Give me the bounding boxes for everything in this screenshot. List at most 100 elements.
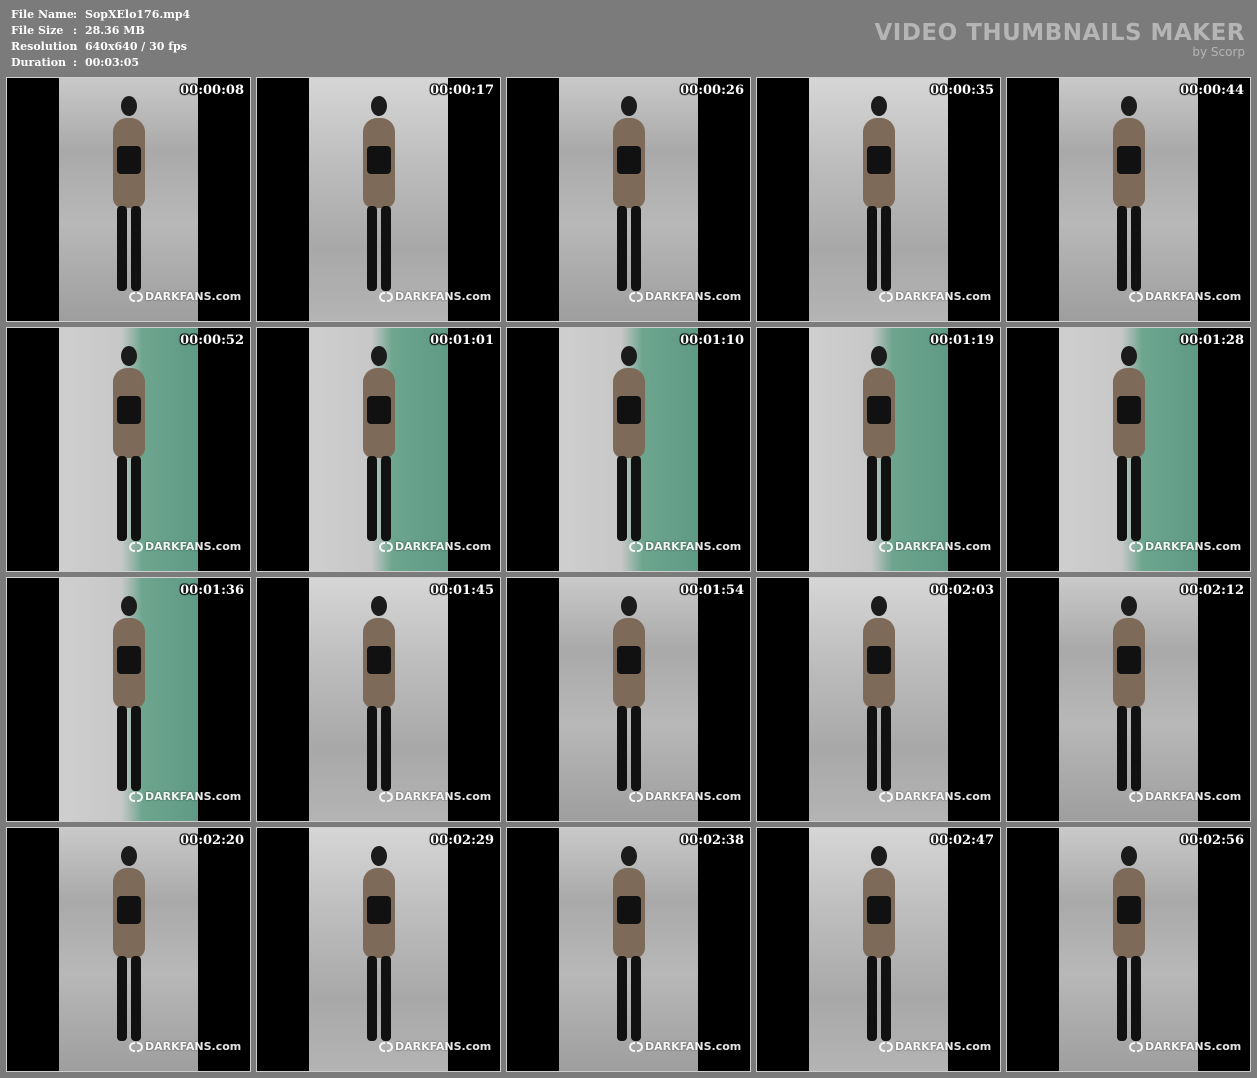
timestamp: 00:00:52 (180, 333, 244, 348)
timestamp: 00:01:01 (430, 333, 494, 348)
video-frame (559, 78, 698, 321)
figure-part (366, 896, 391, 924)
thumbnail[interactable]: 00:02:29 DARKFANS.com (256, 827, 501, 1072)
thumbnail[interactable]: 00:02:03 DARKFANS.com (756, 577, 1001, 822)
watermark: DARKFANS.com (629, 790, 741, 803)
figure-part (616, 456, 627, 541)
figure-part (1130, 706, 1141, 791)
figure-silhouette (1107, 96, 1151, 296)
watermark-text: DARKFANS.com (645, 290, 742, 303)
thumbnail[interactable]: 00:01:28 DARKFANS.com (1006, 327, 1251, 572)
video-frame (59, 78, 198, 321)
video-frame (559, 828, 698, 1071)
figure-part (380, 706, 391, 791)
watermark: DARKFANS.com (1129, 790, 1241, 803)
figure-part (630, 706, 641, 791)
timestamp: 00:01:45 (430, 583, 494, 598)
darkfans-logo-icon (379, 791, 393, 803)
thumbnail[interactable]: 00:01:19 DARKFANS.com (756, 327, 1001, 572)
info-row-file-size: File Size : 28.36 MB (11, 23, 190, 39)
figure-part (116, 646, 141, 674)
darkfans-logo-icon (1129, 541, 1143, 553)
figure-part (1130, 206, 1141, 291)
figure-part (120, 596, 137, 616)
figure-part (630, 456, 641, 541)
thumbnail[interactable]: 00:00:17 DARKFANS.com (256, 77, 501, 322)
figure-part (116, 206, 127, 291)
thumbnail[interactable]: 00:01:45 DARKFANS.com (256, 577, 501, 822)
darkfans-logo-icon (1129, 291, 1143, 303)
thumbnail[interactable]: 00:00:44 DARKFANS.com (1006, 77, 1251, 322)
figure-part (380, 956, 391, 1041)
darkfans-logo-icon (629, 541, 643, 553)
thumbnail[interactable]: 00:00:35 DARKFANS.com (756, 77, 1001, 322)
figure-part (1116, 146, 1141, 174)
timestamp: 00:01:10 (680, 333, 744, 348)
thumbnail[interactable]: 00:02:56 DARKFANS.com (1006, 827, 1251, 1072)
figure-part (616, 706, 627, 791)
figure-part (366, 146, 391, 174)
figure-part (866, 456, 877, 541)
info-separator: : (73, 8, 78, 21)
figure-part (866, 646, 891, 674)
thumbnail[interactable]: 00:01:54 DARKFANS.com (506, 577, 751, 822)
figure-part (130, 706, 141, 791)
video-frame (1059, 578, 1198, 821)
figure-silhouette (1107, 846, 1151, 1046)
figure-part (616, 396, 641, 424)
timestamp: 00:00:44 (1180, 83, 1244, 98)
darkfans-logo-icon (379, 291, 393, 303)
thumbnail[interactable]: 00:02:38 DARKFANS.com (506, 827, 751, 1072)
darkfans-logo-icon (1129, 1041, 1143, 1053)
header: File Name : SopXElo176.mp4 File Size : 2… (0, 0, 1257, 76)
thumbnail[interactable]: 00:02:12 DARKFANS.com (1006, 577, 1251, 822)
thumbnail[interactable]: 00:00:08 DARKFANS.com (6, 77, 251, 322)
figure-part (866, 706, 877, 791)
figure-part (880, 706, 891, 791)
darkfans-logo-icon (629, 291, 643, 303)
darkfans-logo-icon (129, 1041, 143, 1053)
figure-part (866, 896, 891, 924)
watermark-text: DARKFANS.com (145, 1040, 242, 1053)
thumbnail[interactable]: 00:01:01 DARKFANS.com (256, 327, 501, 572)
darkfans-logo-icon (629, 791, 643, 803)
figure-part (366, 956, 377, 1041)
figure-silhouette (857, 346, 901, 546)
figure-part (630, 956, 641, 1041)
watermark: DARKFANS.com (129, 290, 241, 303)
info-row-duration: Duration : 00:03:05 (11, 55, 190, 71)
thumbnail[interactable]: 00:01:36 DARKFANS.com (6, 577, 251, 822)
watermark-text: DARKFANS.com (895, 540, 992, 553)
watermark-text: DARKFANS.com (395, 1040, 492, 1053)
thumbnail[interactable]: 00:01:10 DARKFANS.com (506, 327, 751, 572)
video-frame (309, 78, 448, 321)
thumbnail[interactable]: 00:02:47 DARKFANS.com (756, 827, 1001, 1072)
video-frame (809, 578, 948, 821)
watermark: DARKFANS.com (379, 290, 491, 303)
thumbnail[interactable]: 00:00:26 DARKFANS.com (506, 77, 751, 322)
timestamp: 00:02:03 (930, 583, 994, 598)
thumbnail[interactable]: 00:02:20 DARKFANS.com (6, 827, 251, 1072)
video-frame (1059, 828, 1198, 1071)
figure-part (130, 956, 141, 1041)
watermark: DARKFANS.com (879, 1040, 991, 1053)
watermark-text: DARKFANS.com (1145, 540, 1242, 553)
figure-part (1116, 206, 1127, 291)
figure-silhouette (107, 96, 151, 296)
figure-silhouette (607, 96, 651, 296)
watermark: DARKFANS.com (129, 1040, 241, 1053)
figure-part (616, 206, 627, 291)
figure-silhouette (357, 346, 401, 546)
darkfans-logo-icon (379, 541, 393, 553)
info-label: Resolution (11, 40, 78, 53)
figure-part (130, 206, 141, 291)
figure-silhouette (607, 846, 651, 1046)
figure-part (866, 396, 891, 424)
figure-part (620, 846, 637, 866)
thumbnail[interactable]: 00:00:52 DARKFANS.com (6, 327, 251, 572)
watermark: DARKFANS.com (1129, 540, 1241, 553)
watermark-text: DARKFANS.com (145, 540, 242, 553)
figure-part (380, 206, 391, 291)
figure-part (366, 706, 377, 791)
video-frame (809, 328, 948, 571)
